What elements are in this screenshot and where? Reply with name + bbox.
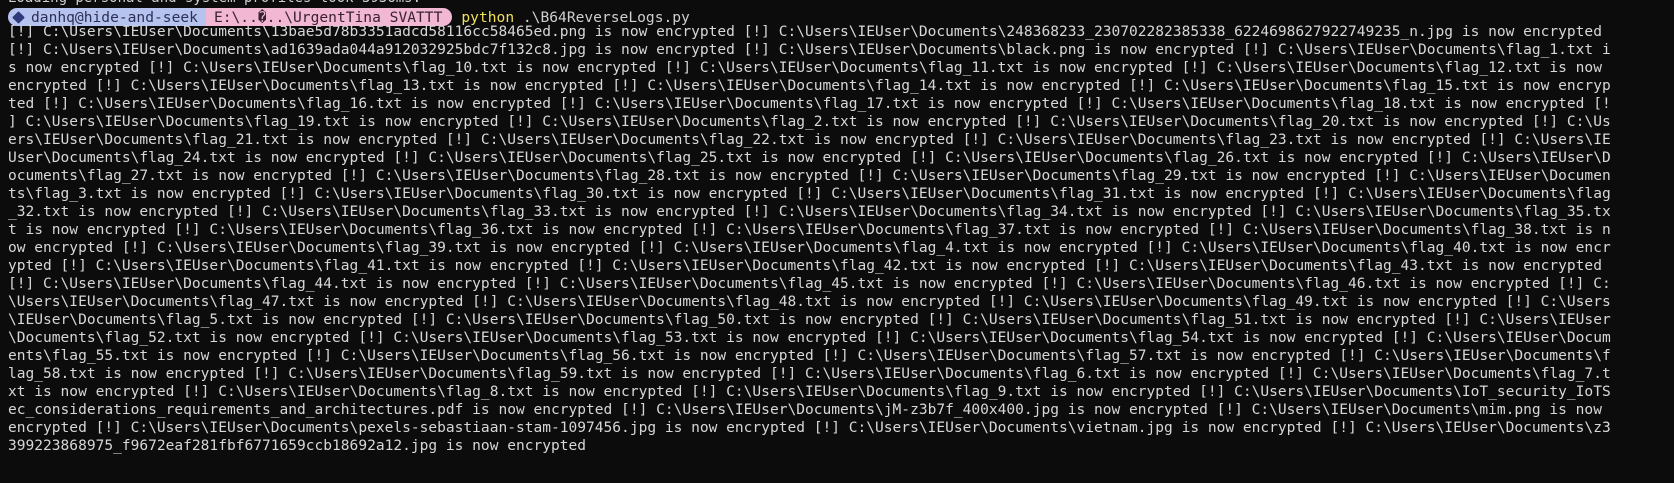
output-line: \Documents\flag_52.txt is now encrypted … [8,329,1611,346]
output-line: encrypted [!] C:\Users\IEUser\Documents\… [8,77,1611,94]
output-line: \Users\IEUser\Documents\flag_47.txt is n… [8,293,1611,310]
output-line: ted [!] C:\Users\IEUser\Documents\flag_1… [8,95,1611,112]
output-line: ents\flag_55.txt is now encrypted [!] C:… [8,347,1611,364]
output-line: _32.txt is now encrypted [!] C:\Users\IE… [8,203,1611,220]
output-line: ec_considerations_requirements_and_archi… [8,401,1602,418]
output-line: ] C:\Users\IEUser\Documents\flag_19.txt … [8,113,1611,130]
output-line: ypted [!] C:\Users\IEUser\Documents\flag… [8,257,1602,274]
windows-icon [12,10,25,24]
output-line: t is now encrypted [!] C:\Users\IEUser\D… [8,221,1611,238]
output-line: \IEUser\Documents\flag_5.txt is now encr… [8,311,1611,328]
output-line: s now encrypted [!] C:\Users\IEUser\Docu… [8,59,1602,76]
output-line: xt is now encrypted [!] C:\Users\IEUser\… [8,383,1611,400]
output-line: ocuments\flag_27.txt is now encrypted [!… [8,167,1611,184]
output-line: User\Documents\flag_24.txt is now encryp… [8,149,1611,166]
output-line: [!] C:\Users\IEUser\Documents\13bae5d78b… [8,23,1602,40]
output-line: ow encrypted [!] C:\Users\IEUser\Documen… [8,239,1611,256]
command-output: [!] C:\Users\IEUser\Documents\13bae5d78b… [8,23,1664,455]
output-line: 399223868975_f9672eaf281fbf6771659ccb186… [8,437,587,454]
terminal-window[interactable]: Loading personal and system profiles too… [0,0,1674,483]
output-line: lag_58.txt is now encrypted [!] C:\Users… [8,365,1611,382]
output-line: ers\IEUser\Documents\flag_21.txt is now … [8,131,1611,148]
output-line: [!] C:\Users\IEUser\Documents\flag_44.tx… [8,275,1611,292]
output-line: encrypted [!] C:\Users\IEUser\Documents\… [8,419,1611,436]
output-line: [!] C:\Users\IEUser\Documents\ad1639ada0… [8,41,1611,58]
output-line: ts\flag_3.txt is now encrypted [!] C:\Us… [8,185,1611,202]
